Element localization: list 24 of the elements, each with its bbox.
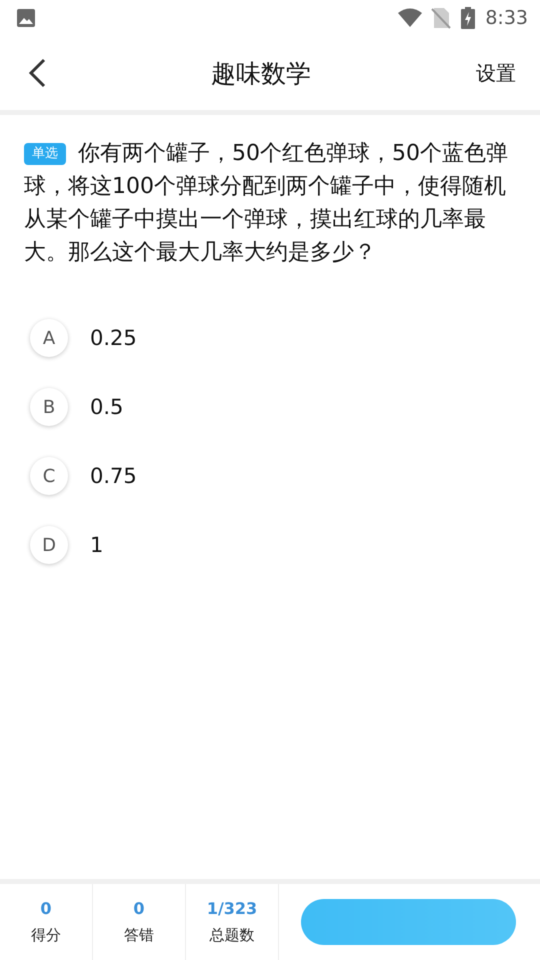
battery-icon xyxy=(461,7,476,29)
option-letter[interactable]: C xyxy=(30,457,68,495)
stat-label: 得分 xyxy=(31,926,61,945)
stat-value: 0 xyxy=(133,899,145,918)
no-sim-icon xyxy=(431,7,452,29)
question-type-tag: 单选 xyxy=(24,143,66,165)
status-time: 8:33 xyxy=(485,7,528,29)
wifi-icon xyxy=(397,8,424,28)
gallery-icon xyxy=(16,8,36,28)
option-letter[interactable]: A xyxy=(30,319,68,357)
stat-label: 答错 xyxy=(124,926,154,945)
question-text: 单选 你有两个罐子，50个红色弹球，50个蓝色弹球，将这100个弹球分配到两个罐子中，使得随机从某个罐子中摸出一个弹球，摸出红球的几率最大。那么这个最大几率大约是多少？ xyxy=(23,140,509,267)
page-title: 趣味数学 xyxy=(211,58,311,90)
option-letter[interactable]: D xyxy=(30,526,68,564)
option-text[interactable]: 1 xyxy=(90,533,104,557)
option-letter[interactable]: B xyxy=(30,388,68,426)
option-text[interactable]: 0.25 xyxy=(90,326,137,350)
option-text[interactable]: 0.5 xyxy=(90,395,124,419)
stat-label: 总题数 xyxy=(210,926,254,945)
option-text[interactable]: 0.75 xyxy=(90,464,137,488)
back-button[interactable] xyxy=(28,58,46,88)
stat-value: 0 xyxy=(40,899,52,918)
stat-value: 1/323 xyxy=(206,899,258,918)
settings-link[interactable]: 设置 xyxy=(476,60,516,86)
